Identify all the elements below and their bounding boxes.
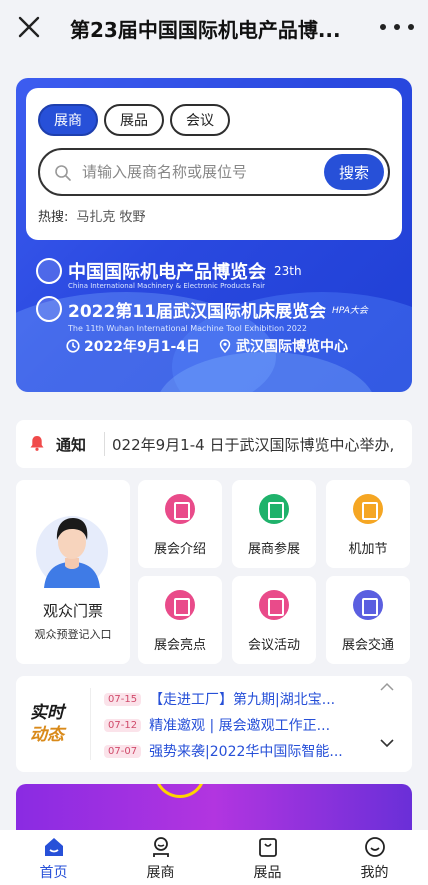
nav-label: 我的: [360, 865, 389, 881]
hot-search-label: 热搜:: [38, 210, 69, 225]
live-news: 实时 动态 07-15 【走进工厂】第九期|湖北宝... 07-12 精准邀观 …: [16, 676, 412, 772]
notice-bar[interactable]: 通知 022年9月1-4 日于武汉国际博览中心举办,: [16, 420, 412, 468]
news-date: 07-15: [104, 692, 142, 706]
hot-search: 热搜: 马扎克 牧野: [38, 206, 146, 225]
banner-line1-en: China International Machinery & Electron…: [68, 282, 266, 290]
location-pin-icon: [219, 339, 231, 353]
chevron-down-icon[interactable]: [380, 738, 394, 748]
banner-info: 2022年9月1-4日 武汉国际博览中心: [66, 336, 348, 356]
fair-logo-icon: [36, 258, 62, 284]
live-news-label-line2: 动态: [30, 725, 64, 745]
nav-home[interactable]: 首页: [0, 830, 107, 885]
notice-text: 022年9月1-4 日于武汉国际博览中心举办,: [112, 436, 395, 454]
grid-item-transport[interactable]: 展会交通: [326, 576, 410, 664]
bottom-nav: 首页 展商 展品 我的: [0, 830, 428, 885]
news-title: 强势来袭|2022华中国际智能...: [149, 744, 343, 760]
nav-label: 展商: [146, 865, 175, 881]
grid-item-conference[interactable]: 会议活动: [232, 576, 316, 664]
visitor-ticket-card[interactable]: 观众门票 观众预登记入口: [16, 480, 130, 664]
banner-venue: 武汉国际博览中心: [236, 339, 348, 355]
grid-item-exhibit[interactable]: 展商参展: [232, 480, 316, 568]
festival-icon: [353, 494, 383, 524]
nav-label: 首页: [39, 865, 68, 881]
banner-line2: 2022第11届武汉国际机床展览会: [68, 301, 326, 322]
news-date: 07-07: [104, 744, 142, 758]
avatar-icon: [36, 516, 108, 588]
grid-item-label: 展会交通: [341, 638, 394, 653]
map-pin-icon: [353, 590, 383, 620]
banner-tag: HPA大会: [331, 305, 368, 316]
product-bag-icon: [258, 838, 277, 857]
banner-edition: 23th: [274, 264, 302, 278]
search-card: 展商 展品 会议 搜索 热搜: 马扎克 牧野: [26, 88, 402, 240]
live-news-label-line1: 实时: [30, 703, 64, 723]
list-item[interactable]: 07-15 【走进工厂】第九期|湖北宝...: [104, 688, 374, 710]
search-tabs: 展商 展品 会议: [38, 104, 230, 136]
nav-product[interactable]: 展品: [214, 830, 321, 885]
search-input[interactable]: [82, 160, 312, 184]
grid-item-label: 展商参展: [247, 542, 300, 557]
banner-date: 2022年9月1-4日: [84, 339, 200, 355]
chevron-up-icon[interactable]: [380, 682, 394, 692]
banner-line1: 中国国际机电产品博览会: [68, 262, 266, 283]
news-title: 【走进工厂】第九期|湖北宝...: [149, 692, 336, 708]
doc-icon: [165, 494, 195, 524]
tab-conference[interactable]: 会议: [170, 104, 230, 136]
ticket-title: 观众门票: [42, 602, 103, 620]
clock-icon: [66, 339, 80, 353]
hero-banner[interactable]: 展商 展品 会议 搜索 热搜: 马扎克 牧野 中国国际机电产品博览会 23th C…: [16, 78, 412, 392]
notice-label: 通知: [56, 436, 87, 454]
highlight-icon: [165, 590, 195, 620]
grid-item-label: 机加节: [348, 542, 388, 557]
edit-icon: [259, 494, 289, 524]
list-item[interactable]: 07-07 强势来袭|2022华中国际智能...: [104, 740, 374, 762]
top-bar: 第23届中国国际机电产品博...: [0, 0, 428, 54]
nav-label: 展品: [253, 865, 282, 881]
tab-product[interactable]: 展品: [104, 104, 164, 136]
list-item[interactable]: 07-12 精准邀观 | 展会邀观工作正...: [104, 714, 374, 736]
tab-exhibitor[interactable]: 展商: [38, 104, 98, 136]
grid-item-intro[interactable]: 展会介绍: [138, 480, 222, 568]
close-icon[interactable]: [16, 14, 42, 40]
profile-icon: [364, 837, 385, 857]
live-news-label: 实时 动态: [30, 702, 74, 746]
grid-item-highlights[interactable]: 展会亮点: [138, 576, 222, 664]
wmc-logo-icon: [36, 296, 62, 322]
nav-profile[interactable]: 我的: [321, 830, 428, 885]
bell-icon: [30, 436, 44, 451]
conference-icon: [259, 590, 289, 620]
banner-headline: 中国国际机电产品博览会 23th China International Mac…: [36, 258, 406, 333]
search-icon: [55, 165, 71, 181]
grid-item-label: 会议活动: [247, 638, 300, 653]
search-button[interactable]: 搜索: [324, 154, 384, 190]
ticket-subtitle: 观众预登记入口: [34, 628, 112, 641]
news-title: 精准邀观 | 展会邀观工作正...: [149, 718, 331, 734]
page-title: 第23届中国国际机电产品博...: [70, 18, 341, 42]
news-date: 07-12: [104, 718, 142, 732]
exhibitor-icon: [152, 837, 169, 857]
search-box: 搜索: [38, 148, 390, 196]
grid-item-label: 展会亮点: [153, 638, 206, 653]
more-icon[interactable]: [380, 14, 414, 40]
home-icon: [44, 838, 63, 856]
grid-item-label: 展会介绍: [153, 542, 206, 557]
grid-item-machining-festival[interactable]: 机加节: [326, 480, 410, 568]
nav-exhibitor[interactable]: 展商: [107, 830, 214, 885]
hot-search-keywords[interactable]: 马扎克 牧野: [76, 210, 145, 225]
banner-line2-en: The 11th Wuhan International Machine Too…: [68, 324, 307, 333]
